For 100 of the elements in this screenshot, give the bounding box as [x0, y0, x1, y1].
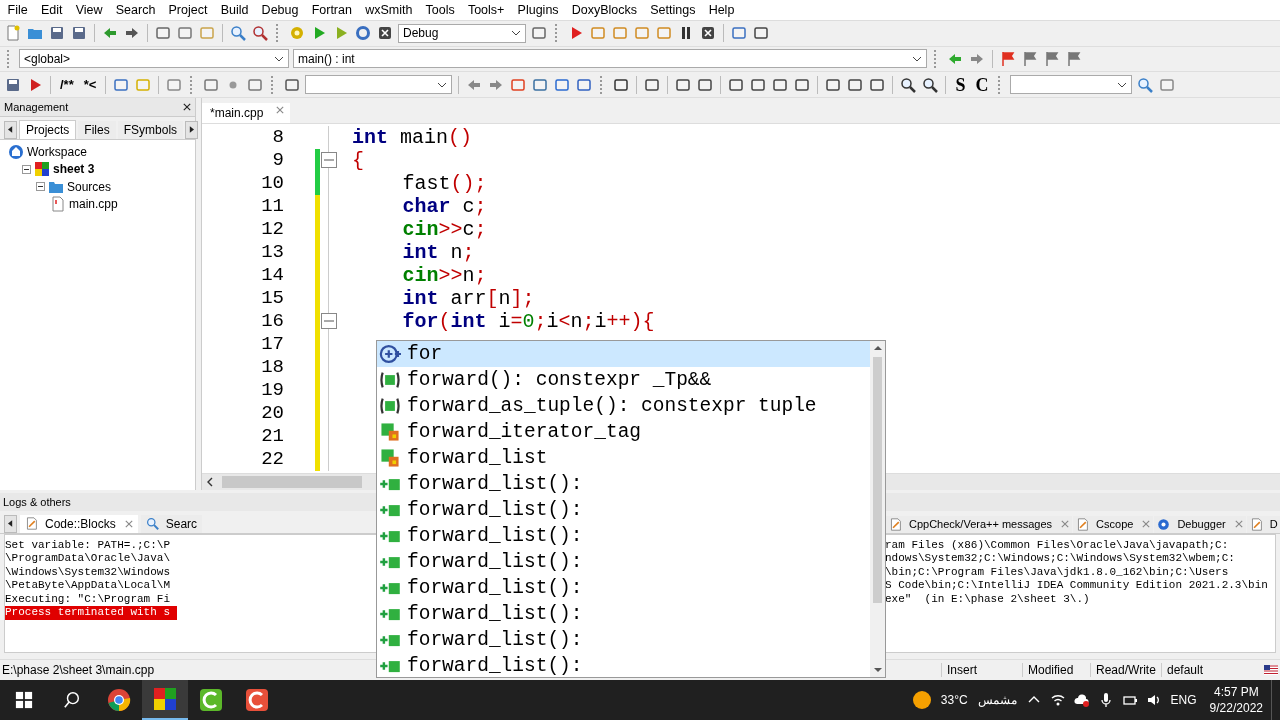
menu-item[interactable]: Build [214, 2, 255, 17]
flag-icon[interactable] [1000, 50, 1016, 67]
panel-tab[interactable]: Projects [19, 119, 77, 139]
scope-dropdown[interactable]: <global> [19, 49, 289, 69]
completion-item[interactable]: forward_list(): [377, 601, 870, 627]
caret-icon[interactable] [511, 30, 521, 37]
log-tab[interactable]: Searc [140, 514, 203, 533]
window-icon[interactable] [113, 76, 130, 93]
scroll-left-icon[interactable] [4, 514, 17, 533]
menu-item[interactable]: Tools [418, 2, 462, 17]
magnifier-icon[interactable] [230, 25, 246, 42]
function-dropdown[interactable]: main() : int [293, 49, 927, 69]
speaker-icon[interactable] [1145, 692, 1162, 708]
clock-time[interactable]: 4:57 PM [1213, 684, 1259, 700]
c-letter-icon[interactable] [245, 688, 269, 712]
menu-item[interactable]: Edit [34, 2, 70, 17]
style-button[interactable]: C [972, 74, 992, 95]
window-icon[interactable] [731, 25, 747, 42]
tree-item[interactable]: sheet 3 [53, 162, 95, 177]
caret-icon[interactable] [274, 55, 284, 62]
rect-icon[interactable] [847, 76, 864, 93]
log-tab[interactable]: Debugger [1154, 515, 1246, 533]
magnifier-icon[interactable] [1137, 76, 1154, 93]
language-indicator[interactable]: ENG [1170, 693, 1197, 707]
menu-item[interactable]: Settings [643, 2, 703, 17]
completion-item[interactable]: forward_list(): [377, 549, 870, 575]
disks-icon[interactable] [71, 25, 87, 42]
menu-item[interactable]: Tools+ [461, 2, 511, 17]
log-tab[interactable]: D [1246, 515, 1280, 533]
completion-item[interactable]: forward_list(): [377, 627, 870, 653]
menu-item[interactable]: Project [161, 2, 215, 17]
completion-item[interactable]: forward_iterator_tag [377, 419, 870, 445]
panel-tab[interactable]: Files [78, 120, 116, 139]
completion-item[interactable]: forward(): constexpr _Tp&& [377, 367, 870, 393]
menu-item[interactable]: Debug [255, 2, 306, 17]
menu-item[interactable]: wxSmith [358, 2, 419, 17]
menu-item[interactable]: File [1, 2, 35, 17]
scroll-down-icon[interactable] [873, 667, 882, 673]
magnifier-icon[interactable] [252, 25, 268, 42]
zoom-in-icon[interactable] [900, 76, 917, 93]
scroll-left-icon[interactable] [4, 120, 17, 139]
browser-icon[interactable] [107, 688, 131, 712]
comment-button[interactable]: /** [57, 74, 77, 95]
menu-item[interactable]: Plugins [511, 2, 566, 17]
menu-item[interactable]: Fortran [305, 2, 359, 17]
tree-item[interactable]: main.cpp [69, 197, 118, 212]
flag-icon[interactable] [1066, 50, 1082, 67]
cycle-icon[interactable] [355, 25, 371, 42]
completion-item[interactable]: forward_list(): [377, 523, 870, 549]
panel-tab[interactable]: FSymbols [117, 120, 184, 139]
completion-item[interactable]: forward_list [377, 445, 870, 471]
caret-icon[interactable] [1117, 81, 1128, 88]
expander-icon[interactable] [22, 164, 31, 174]
menu-item[interactable]: View [69, 2, 110, 17]
cloud-icon[interactable] [1073, 692, 1090, 708]
completion-item[interactable]: forward_list(): [377, 471, 870, 497]
search-icon[interactable] [63, 691, 81, 709]
squares-icon[interactable] [153, 687, 177, 711]
caret-icon[interactable] [437, 81, 448, 88]
menu-item[interactable]: Help [702, 2, 741, 17]
clock-date[interactable]: 9/22/2022 [1209, 700, 1263, 716]
expander-icon[interactable] [36, 182, 45, 192]
completion-item[interactable]: forward_list(): [377, 575, 870, 601]
scrollbar-thumb[interactable] [222, 475, 362, 488]
build-target-dropdown[interactable]: Debug [398, 23, 526, 43]
close-icon[interactable] [183, 102, 191, 111]
menu-item[interactable]: DoxyBlocks [565, 2, 644, 17]
fold-toggle-icon[interactable] [321, 313, 337, 330]
completion-item[interactable]: forward_as_tuple(): constexpr tuple [377, 393, 870, 419]
square-x-icon[interactable] [700, 25, 716, 42]
log-tab[interactable]: Code::Blocks [20, 514, 138, 533]
file-tab[interactable]: *main.cpp [202, 102, 291, 123]
flag-icon[interactable] [1022, 50, 1038, 67]
log-tab[interactable]: Cscope [1073, 515, 1154, 533]
rect-icon[interactable] [825, 76, 842, 93]
completion-item[interactable]: for [377, 341, 870, 367]
rect-icon[interactable] [644, 76, 661, 93]
windows-start-icon[interactable] [15, 691, 33, 709]
taskbar-app[interactable] [142, 680, 188, 720]
wifi-icon[interactable] [1049, 692, 1066, 708]
scroll-up-icon[interactable] [873, 345, 882, 351]
square-x-icon[interactable] [377, 25, 393, 42]
fold-toggle-icon[interactable] [321, 152, 337, 169]
tree-item[interactable]: Sources [67, 179, 112, 194]
scroll-left-icon[interactable] [206, 476, 214, 487]
rect-icon[interactable] [869, 76, 886, 93]
style-button[interactable]: S [952, 74, 969, 95]
log-tab[interactable]: CppCheck/Vera++ messages [886, 515, 1073, 533]
tree-item[interactable]: Workspace [27, 144, 87, 159]
menu-item[interactable]: Search [109, 2, 162, 17]
c-letter-icon[interactable] [199, 688, 223, 712]
completion-item[interactable]: forward_list(): [377, 653, 870, 679]
scroll-right-icon[interactable] [185, 120, 199, 139]
zoom-out-icon[interactable] [922, 76, 939, 93]
comment-button[interactable]: *< [80, 74, 100, 95]
caret-icon[interactable] [912, 55, 922, 62]
completion-item[interactable]: forward_list(): [377, 497, 870, 523]
flag-icon[interactable] [1044, 50, 1060, 67]
disks-icon[interactable] [5, 76, 21, 93]
scrollbar[interactable] [870, 341, 885, 677]
